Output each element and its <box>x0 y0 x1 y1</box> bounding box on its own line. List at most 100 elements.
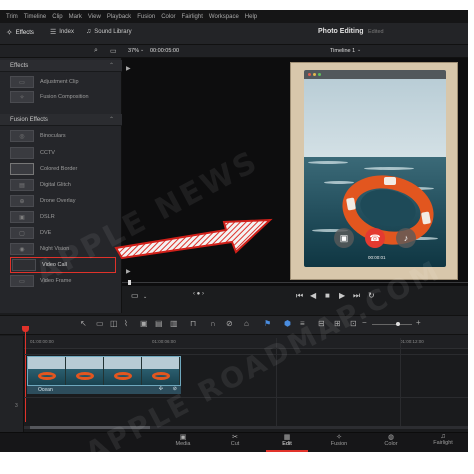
insert-clip-icon[interactable]: ▣ <box>140 319 148 328</box>
timeline-scroll-thumb[interactable] <box>30 426 150 429</box>
viewer-layout-icon[interactable]: ▭ <box>110 47 117 55</box>
page-tab-edit[interactable]: ▦ Edit <box>262 432 312 452</box>
replace-clip-icon[interactable]: ▥ <box>170 319 178 328</box>
scrub-bar[interactable] <box>122 282 468 283</box>
clip-thumbnail <box>66 357 104 385</box>
camera-icon[interactable]: ▣ <box>334 228 354 248</box>
menu-mark[interactable]: Mark <box>69 14 82 20</box>
blade-tool-icon[interactable]: ⌇ <box>124 319 128 328</box>
flag-icon[interactable]: ⚑ <box>264 319 271 328</box>
ruler-label: 01:00:06:00 <box>152 339 176 344</box>
detail-zoom-icon[interactable]: ⊟ <box>318 319 325 328</box>
media-icon: ▣ <box>179 434 187 441</box>
full-extent-zoom-icon[interactable]: ⊡ <box>350 319 357 328</box>
effects-section-header[interactable]: Effects ⌃ <box>0 60 122 72</box>
play-reverse-icon[interactable]: ◀ <box>310 291 316 300</box>
skip-back-icon[interactable]: ⏮ <box>296 291 303 301</box>
selection-tool-icon[interactable]: ↖ <box>80 319 87 328</box>
dynamic-trim-icon[interactable]: ◫ <box>110 319 118 328</box>
link-clip-icon: ⊘ <box>172 386 177 392</box>
menu-trim[interactable]: Trim <box>6 14 18 20</box>
grid-line <box>400 338 401 428</box>
menu-timeline[interactable]: Timeline <box>24 14 46 20</box>
zoom-in-icon[interactable]: + <box>416 318 421 327</box>
effect-label: CCTV <box>40 150 55 156</box>
menu-help[interactable]: Help <box>245 14 257 20</box>
video-clip-ocean[interactable] <box>27 356 181 386</box>
timeline-ruler[interactable]: 01:00:00:00 01:00:06:00 01:00:12:00 <box>24 335 468 349</box>
clip-label-bar[interactable]: Ocean ✣ ⊘ <box>27 386 181 394</box>
viewer-mode-icon[interactable]: ▭ <box>131 291 139 300</box>
zoom-chevron-icon[interactable]: ⌄ <box>140 47 144 53</box>
effect-item-fusion-composition[interactable]: ✧ Fusion Composition <box>10 90 116 104</box>
marker-icon[interactable]: ⬢ <box>284 319 291 328</box>
effect-label: Video Frame <box>40 278 72 284</box>
page-tab-label: Edit <box>282 441 292 447</box>
effect-item-video-frame[interactable]: ▭ Video Frame <box>10 274 116 288</box>
zoom-slider[interactable] <box>372 324 412 325</box>
clip-name: Ocean <box>38 387 53 393</box>
thumb-ring <box>38 372 56 380</box>
timeline-chevron-icon[interactable]: ⌄ <box>357 47 361 53</box>
fusion-effects-section-header[interactable]: Fusion Effects ⌃ <box>0 114 122 126</box>
colored-border-thumb <box>10 163 34 175</box>
menu-playback[interactable]: Playback <box>107 14 131 20</box>
effect-item-cctv[interactable]: CCTV <box>10 146 116 160</box>
zoom-out-icon[interactable]: − <box>362 318 367 327</box>
mode-chevron-icon[interactable]: ⌄ <box>143 294 147 300</box>
effect-item-binoculars[interactable]: ◎ Binoculars <box>10 129 116 143</box>
collapse-chevron-icon[interactable]: ⌃ <box>109 62 114 69</box>
track-height-icon[interactable]: ≡ <box>300 319 305 328</box>
effect-item-digital-glitch[interactable]: ▤ Digital Glitch <box>10 178 116 192</box>
effect-item-dslr[interactable]: ▣ DSLR <box>10 210 116 224</box>
effect-item-dve[interactable]: ▢ DVE <box>10 226 116 240</box>
hang-up-icon[interactable]: ☎ <box>365 228 385 248</box>
effect-item-video-call[interactable]: Video Call <box>10 257 116 273</box>
skip-forward-icon[interactable]: ⏭ <box>353 291 360 301</box>
menu-color[interactable]: Color <box>161 14 175 20</box>
jog-control-icon[interactable]: ‹ ● › <box>193 291 204 297</box>
play-icon[interactable]: ▶ <box>339 291 345 300</box>
menu-fusion[interactable]: Fusion <box>137 14 155 20</box>
ruler-label: 01:00:12:00 <box>400 339 424 344</box>
page-tab-fusion[interactable]: ✧ Fusion <box>314 432 364 452</box>
effect-item-drone-overlay[interactable]: ⊕ Drone Overlay <box>10 194 116 208</box>
project-title: Photo Editing <box>318 28 364 35</box>
zoom-level[interactable]: 37% <box>128 48 139 54</box>
search-icon[interactable]: ⌕ <box>94 47 98 55</box>
timeline-name[interactable]: Timeline 1 <box>330 48 355 54</box>
page-tab-media[interactable]: ▣ Media <box>158 432 208 452</box>
position-lock-icon[interactable]: ⌂ <box>244 319 249 328</box>
menu-view[interactable]: View <box>88 14 101 20</box>
effect-item-adjustment-clip[interactable]: ▭ Adjustment Clip <box>10 75 116 89</box>
custom-zoom-icon[interactable]: ⊞ <box>334 319 341 328</box>
zoom-slider-handle[interactable] <box>396 322 400 326</box>
effect-item-colored-border[interactable]: Colored Border <box>10 162 116 176</box>
page-tab-color[interactable]: ◍ Color <box>366 432 416 452</box>
trim-tool-icon[interactable]: ▭ <box>96 319 104 328</box>
link-icon[interactable]: ⊘ <box>226 319 233 328</box>
page-tab-cut[interactable]: ✂ Cut <box>210 432 260 452</box>
cctv-thumb <box>10 147 34 159</box>
overwrite-clip-icon[interactable]: ▤ <box>155 319 163 328</box>
menu-clip[interactable]: Clip <box>52 14 62 20</box>
stop-icon[interactable]: ■ <box>325 291 330 300</box>
index-button[interactable]: ☰ Index <box>50 28 74 36</box>
menu-fairlight[interactable]: Fairlight <box>182 14 203 20</box>
magnet-icon[interactable]: ∩ <box>210 319 216 328</box>
scrub-handle[interactable] <box>128 280 131 285</box>
video-call-thumb <box>12 259 36 271</box>
effect-item-night-vision[interactable]: ◉ Night Vision <box>10 242 116 256</box>
clip-thumbnail <box>142 357 180 385</box>
collapse-chevron-icon[interactable]: ⌃ <box>109 116 114 123</box>
sound-library-button[interactable]: ♫ Sound Library <box>86 28 132 35</box>
microphone-icon[interactable]: ♪ <box>396 228 416 248</box>
night-vision-thumb: ◉ <box>10 243 34 255</box>
menu-workspace[interactable]: Workspace <box>209 14 239 20</box>
snapping-icon[interactable]: ⊓ <box>190 319 196 328</box>
playhead[interactable] <box>25 330 26 422</box>
thumb-ring <box>76 372 94 380</box>
loop-icon[interactable]: ↻ <box>368 291 375 300</box>
effects-button[interactable]: ✧ Effects <box>6 28 34 37</box>
page-tab-fairlight[interactable]: ♫ Fairlight <box>418 432 468 452</box>
